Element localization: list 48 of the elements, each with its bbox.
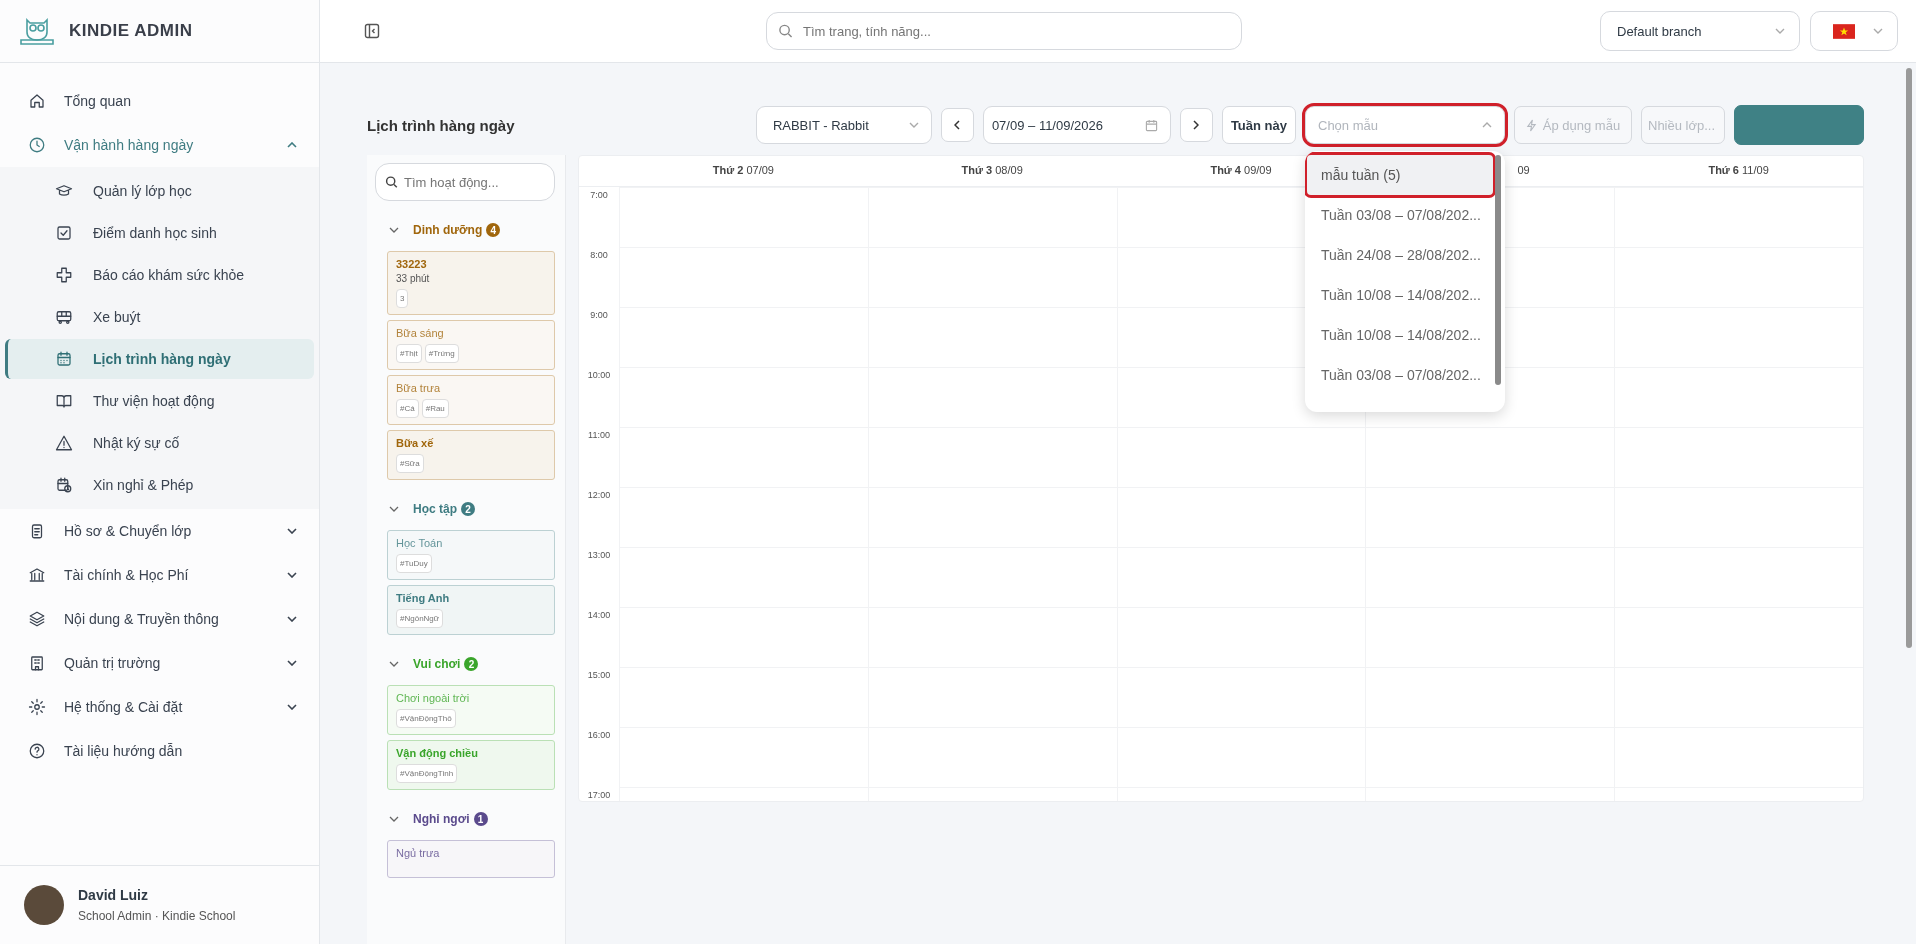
hour-label: 17:00 [587,790,611,800]
tag: #Trứng [424,344,459,363]
hour-label: 9:00 [590,310,608,320]
activity-title: 33223 [396,258,428,270]
tag: #Sữa [396,454,424,473]
day-header: Thứ 3 08/09 [961,164,1023,176]
hour-label: 13:00 [587,550,611,560]
tag: #Rau [421,399,449,418]
hour-label: 8:00 [590,250,608,260]
hour-label: 15:00 [587,670,611,680]
activity-title: Bữa xế [396,437,435,449]
hour-label: 7:00 [590,190,608,200]
group-name: Học tập [413,502,457,516]
tag: 3 [396,289,409,308]
hour-label: 12:00 [587,490,611,500]
activity-title: Bữa sáng [396,327,445,339]
tag: #Cá [396,399,419,418]
activity-title: Ngủ trưa [396,847,441,859]
hour-label: 11:00 [588,430,610,440]
tag: #Thịt [396,344,422,363]
activity-title: Chơi ngoài trời [396,692,471,704]
hour-label: 14:00 [587,610,611,620]
count-badge: 2 [461,502,475,516]
count-badge: 2 [464,657,479,671]
brand-name: KINDIE ADMIN [69,21,193,41]
activity-title: Bữa trưa [396,382,442,394]
day-header: Thứ 6 11/09 [1708,164,1769,176]
day-header: Thứ 2 07/09 [712,164,774,176]
user-name: David Luiz [78,887,149,903]
group-name: Dinh dưỡng [413,223,483,237]
tag: #NgônNgữ [396,609,444,628]
tag: #VậnĐộngThô [396,709,456,728]
hour-label: 16:00 [587,730,611,740]
page-title: Lịch trình hàng ngày [367,116,515,134]
activity-title: Vận động chiều [396,747,479,759]
hour-label: 10:00 [587,370,611,380]
group-name: Nghỉ ngơi [413,812,470,826]
tag: #TuDuy [396,554,432,573]
count-badge: 4 [486,223,501,237]
activity-title: Tiếng Anh [396,592,451,604]
count-badge: 1 [473,812,488,826]
tag: #VậnĐộngTinh [396,764,458,783]
group-name: Vui chơi [413,657,461,671]
user-role: School Admin · Kindie School [78,909,236,923]
activity-duration: 33 phút [396,273,431,284]
activity-title: Học Toán [396,537,444,549]
day-header: Thứ 4 09/09 [1210,164,1272,176]
day-header: 09 [1517,164,1530,176]
